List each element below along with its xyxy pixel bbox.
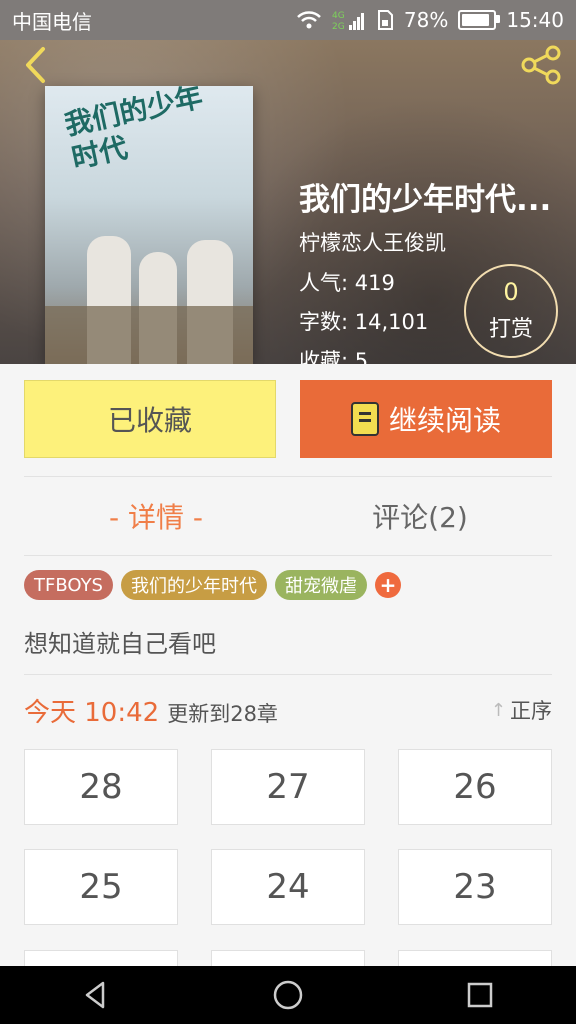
book-title: 我们的少年时代...	[299, 182, 552, 218]
nav-home-button[interactable]	[260, 975, 316, 1015]
back-button[interactable]	[8, 40, 64, 90]
share-icon	[521, 45, 561, 85]
nav-recents-button[interactable]	[452, 975, 508, 1015]
chapter-button[interactable]: 26	[398, 749, 552, 825]
action-bar: 已收藏 继续阅读	[0, 364, 576, 476]
back-chevron-icon	[26, 47, 45, 83]
tab-details[interactable]: - 详情 -	[24, 477, 288, 555]
book-header: 我们的少年时代 我们的少年时代... 柠檬恋人王俊凯 人气: 419 字数: 1…	[0, 40, 576, 364]
popularity-stat: 人气: 419	[299, 267, 395, 297]
favorited-button[interactable]: 已收藏	[24, 380, 276, 458]
clock-time: 15:40	[506, 8, 564, 32]
nav-back-button[interactable]	[68, 975, 124, 1015]
sort-order-button[interactable]: ↑ 正序	[491, 695, 552, 725]
tag-book-title[interactable]: 我们的少年时代	[121, 570, 267, 600]
book-author[interactable]: 柠檬恋人王俊凯	[299, 227, 446, 257]
chapter-grid: 28 27 26 25 24 23	[24, 749, 552, 925]
chapter-button[interactable]: 23	[398, 849, 552, 925]
cover-title: 我们的少年时代	[61, 86, 206, 175]
chapter-grid-next-row	[24, 950, 552, 966]
favorites-stat: 收藏: 5	[299, 345, 368, 364]
wifi-icon	[297, 11, 321, 29]
battery-percent: 78%	[403, 8, 449, 32]
add-tag-button[interactable]: +	[375, 572, 401, 598]
nav-recents-icon	[467, 982, 493, 1008]
book-icon	[350, 402, 379, 436]
share-button[interactable]	[514, 40, 570, 90]
reward-button[interactable]: 0 打赏	[464, 264, 558, 358]
favorited-label: 已收藏	[107, 404, 192, 437]
nav-back-icon	[85, 981, 105, 1009]
arrow-up-icon: ↑	[490, 699, 506, 721]
continue-reading-label: 继续阅读	[388, 404, 501, 437]
word-count-value: 14,101	[354, 310, 429, 334]
update-date: 今天 10:42	[24, 697, 160, 728]
system-navigation-bar	[0, 966, 576, 1024]
update-summary: 今天 10:42 更新到28章	[24, 692, 278, 729]
update-info: 今天 10:42 更新到28章 ↑ 正序	[24, 690, 552, 730]
chapter-button[interactable]: 25	[24, 849, 178, 925]
svg-text:2G: 2G	[332, 22, 345, 31]
continue-reading-button[interactable]: 继续阅读	[300, 380, 552, 458]
carrier-name: 中国电信	[12, 9, 92, 34]
reward-count: 0	[503, 278, 519, 306]
signal-icon: 4G 2G	[332, 11, 364, 31]
status-indicators: 4G 2G 78% 15:40	[296, 8, 564, 32]
sim-card-icon	[377, 10, 393, 30]
reward-label: 打赏	[488, 317, 533, 342]
chapter-button[interactable]: 28	[24, 749, 178, 825]
chapter-button-partial[interactable]	[398, 950, 552, 966]
update-text: 更新到28章	[167, 701, 278, 726]
tab-comments[interactable]: 评论(2)	[288, 477, 552, 555]
chapter-button[interactable]: 24	[211, 849, 365, 925]
battery-icon	[458, 10, 501, 30]
tag-sweet-romance[interactable]: 甜宠微虐	[275, 570, 367, 600]
svg-text:4G: 4G	[332, 11, 345, 21]
divider	[24, 674, 552, 675]
favorites-label: 收藏:	[299, 349, 349, 364]
tag-list: TFBOYS 我们的少年时代 甜宠微虐 +	[24, 570, 401, 600]
book-description: 想知道就自己看吧	[24, 630, 216, 658]
tag-tfboys[interactable]: TFBOYS	[24, 570, 113, 600]
chapter-button[interactable]: 27	[211, 749, 365, 825]
cover-desk	[45, 306, 253, 364]
status-bar: 中国电信 4G 2G 78% 15:40	[0, 0, 576, 40]
chapter-button-partial[interactable]	[24, 950, 178, 966]
book-cover[interactable]: 我们的少年时代	[45, 86, 253, 364]
popularity-value: 419	[354, 271, 395, 295]
favorites-value: 5	[354, 349, 369, 364]
nav-home-icon	[273, 980, 303, 1010]
sort-order-label: 正序	[510, 699, 552, 723]
word-count-label: 字数:	[299, 310, 349, 334]
word-count-stat: 字数: 14,101	[299, 306, 428, 336]
detail-tabs: - 详情 - 评论(2)	[24, 476, 552, 556]
chapter-button-partial[interactable]	[211, 950, 365, 966]
battery-level	[462, 14, 489, 26]
popularity-label: 人气:	[299, 271, 349, 295]
